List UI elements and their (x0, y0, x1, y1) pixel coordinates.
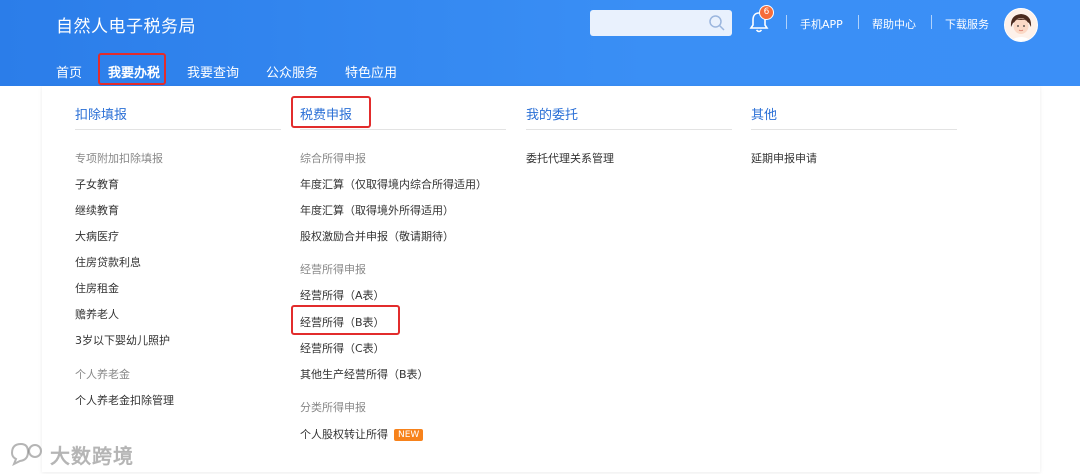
notification-badge: 6 (759, 5, 774, 20)
group-label: 经营所得申报 (300, 263, 366, 276)
menu-item[interactable]: 年度汇算（取得境外所得适用） (300, 202, 454, 218)
search-icon[interactable] (708, 14, 726, 32)
divider (931, 15, 932, 29)
menu-item[interactable]: 年度汇算（仅取得境内综合所得适用） (300, 176, 487, 192)
mobile-app-link[interactable]: 手机APP (800, 16, 843, 32)
watermark-text: 大数跨境 (50, 444, 134, 468)
nav-home[interactable]: 首页 (56, 62, 82, 81)
divider (786, 15, 787, 29)
menu-item[interactable]: 延期申报申请 (751, 150, 817, 166)
site-brand[interactable]: 自然人电子税务局 (56, 12, 196, 37)
menu-item[interactable]: 大病医疗 (75, 228, 119, 244)
user-avatar-icon (1005, 9, 1037, 41)
avatar[interactable] (1004, 8, 1038, 42)
menu-item[interactable]: 经营所得（A表） (300, 287, 385, 303)
nav-public-service[interactable]: 公众服务 (266, 62, 318, 81)
divider (75, 129, 281, 130)
column-title[interactable]: 扣除填报 (75, 104, 127, 123)
help-center-link[interactable]: 帮助中心 (872, 16, 916, 32)
nav-featured-apps[interactable]: 特色应用 (345, 62, 397, 81)
menu-item[interactable]: 3岁以下婴幼儿照护 (75, 332, 170, 348)
watermark-logo-icon (10, 442, 42, 466)
search-input[interactable] (590, 10, 732, 36)
menu-item[interactable]: 住房贷款利息 (75, 254, 141, 270)
divider (300, 129, 506, 130)
column-title[interactable]: 我的委托 (526, 104, 578, 123)
menu-item[interactable]: 继续教育 (75, 202, 119, 218)
divider (751, 129, 957, 130)
highlight-box (291, 96, 371, 128)
column-title[interactable]: 其他 (751, 104, 777, 123)
highlight-box (98, 53, 166, 85)
new-badge: NEW (394, 429, 424, 441)
menu-item-label: 个人股权转让所得 (300, 428, 388, 441)
group-label: 分类所得申报 (300, 401, 366, 414)
menu-item[interactable]: 子女教育 (75, 176, 119, 192)
top-header: 自然人电子税务局 6 手机APP 帮助中心 下载服务 首页 我要办税 我要查询 … (0, 0, 1080, 86)
menu-item[interactable]: 经营所得（C表） (300, 340, 385, 356)
divider (858, 15, 859, 29)
menu-item[interactable]: 其他生产经营所得（B表） (300, 366, 429, 382)
group-label: 专项附加扣除填报 (75, 152, 163, 165)
menu-item[interactable]: 委托代理关系管理 (526, 150, 614, 166)
nav-query[interactable]: 我要查询 (187, 62, 239, 81)
divider (526, 129, 732, 130)
menu-item[interactable]: 股权激励合并申报（敬请期待） (300, 228, 454, 244)
dropdown-menu-panel: 扣除填报 专项附加扣除填报 子女教育 继续教育 大病医疗 住房贷款利息 住房租金… (42, 86, 1040, 472)
group-label: 个人养老金 (75, 368, 130, 381)
menu-item[interactable]: 个人股权转让所得 NEW (300, 426, 424, 442)
menu-item[interactable]: 赡养老人 (75, 306, 119, 322)
download-link[interactable]: 下载服务 (945, 16, 989, 32)
menu-item[interactable]: 个人养老金扣除管理 (75, 392, 174, 408)
menu-item[interactable]: 住房租金 (75, 280, 119, 296)
highlight-box (291, 305, 400, 335)
group-label: 综合所得申报 (300, 152, 366, 165)
